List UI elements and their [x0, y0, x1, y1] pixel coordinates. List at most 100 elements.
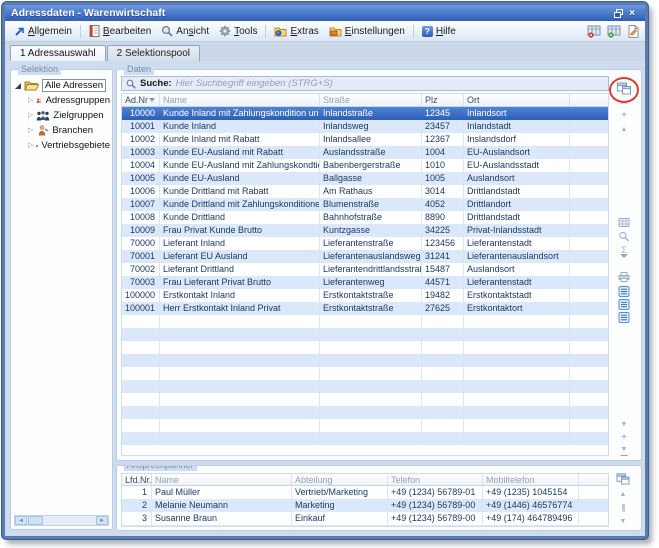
menu-ansicht[interactable]: Ansicht: [156, 23, 214, 39]
tab-adressauswahl[interactable]: 1 Adressauswahl: [10, 45, 106, 61]
column-header-lfdnr[interactable]: Lfd.Nr.: [122, 474, 152, 485]
cell: Herr Erstkontakt Inland Privat: [160, 302, 320, 315]
cell: Frau Lieferant Privat Brutto: [160, 276, 320, 289]
menu-tools[interactable]: Tools: [214, 23, 262, 39]
table-row-empty: [122, 406, 608, 419]
column-header-adnr[interactable]: Ad.Nr: [122, 94, 160, 106]
tree-collapsed-icon[interactable]: ▷: [28, 127, 33, 134]
cell: [570, 250, 608, 263]
cell: [570, 211, 608, 224]
restore-button[interactable]: [611, 7, 625, 19]
cell: [422, 419, 464, 432]
menu-separator: [80, 25, 81, 38]
search-tool-icon[interactable]: [619, 231, 630, 242]
search-box[interactable]: Suche: Hier Suchbegriff eingeben (STRG+S…: [121, 76, 609, 91]
table-row[interactable]: 1Paul MüllerVertrieb/Marketing+49 (1234)…: [122, 486, 608, 499]
tab-selektionspool[interactable]: 2 Selektionspool: [107, 45, 200, 61]
table-row[interactable]: 10008Kunde DrittlandBahnhofstraße8890Dri…: [122, 211, 608, 224]
scroll-grip-icon[interactable]: |||: [621, 503, 624, 513]
print-icon[interactable]: [618, 272, 630, 282]
scroll-down-icon[interactable]: ▼: [621, 420, 628, 430]
cell: 27625: [422, 302, 464, 315]
column-chooser-icon[interactable]: [616, 473, 630, 485]
table-row[interactable]: 70000Lieferant InlandLieferantenstraße12…: [122, 237, 608, 250]
horizontal-scrollbar[interactable]: ◄ ►: [14, 515, 109, 526]
close-button[interactable]: ×: [625, 7, 639, 19]
table-row[interactable]: 10004Kunde EU-Ausland mit Zahlungskondti…: [122, 159, 608, 172]
tree-collapsed-icon[interactable]: ▷: [28, 142, 33, 149]
table-row[interactable]: 70003Frau Lieferant Privat BruttoLiefera…: [122, 276, 608, 289]
tree-item-branchen[interactable]: ▷ Branchen: [15, 123, 110, 138]
tree-item-adressgruppen[interactable]: ▷ Adressgruppen: [15, 93, 110, 108]
scroll-down-icon[interactable]: ▼: [620, 517, 627, 527]
tree-item-zielgruppen[interactable]: ▷ Zielgruppen: [15, 108, 110, 123]
collapse-dash-icon[interactable]: —: [620, 99, 628, 109]
tree-collapsed-icon[interactable]: ▷: [28, 97, 33, 104]
table-row[interactable]: 10005Kunde EU-AuslandBallgasse1005Auslan…: [122, 172, 608, 185]
globe-icon: [36, 140, 38, 152]
table-row[interactable]: 100001Herr Erstkontakt Inland PrivatErst…: [122, 302, 608, 315]
filter-icon[interactable]: [620, 258, 628, 268]
append-row-icon[interactable]: +: [621, 433, 627, 443]
jump-to-end-icon[interactable]: ▼: [621, 445, 628, 457]
table-row[interactable]: 70001Lieferant EU AuslandLieferantenausl…: [122, 250, 608, 263]
column-header-strasse[interactable]: Straße: [320, 94, 422, 106]
cell: 10003: [122, 146, 160, 159]
add-row-icon[interactable]: +: [621, 111, 627, 121]
column-header-name[interactable]: Name: [160, 94, 320, 106]
table-row[interactable]: 10002Kunde Inland mit RabattInlandsallee…: [122, 133, 608, 146]
layout-list-icon[interactable]: [619, 286, 630, 297]
tree-root-alle-adressen[interactable]: Alle Adressen: [15, 78, 110, 93]
table-row[interactable]: 3Susanne BraunEinkauf+49 (1234) 56789-00…: [122, 512, 608, 525]
column-header-abteilung[interactable]: Abteilung: [292, 474, 388, 485]
scroll-up-icon[interactable]: ▲: [621, 125, 628, 135]
menu-extras[interactable]: Extras: [269, 24, 323, 39]
table-row[interactable]: 2Melanie NeumannMarketing+49 (1234) 5678…: [122, 499, 608, 512]
tree-collapsed-icon[interactable]: ▷: [28, 112, 33, 119]
table-row[interactable]: 100000Erstkontakt InlandErstkontaktstraß…: [122, 289, 608, 302]
export-table-red-button[interactable]: [587, 25, 602, 38]
cell: [570, 419, 608, 432]
table-row[interactable]: 10000Kunde Inland mit Zahlungskondition …: [122, 107, 608, 120]
cell: 19482: [422, 289, 464, 302]
scroll-left-button[interactable]: ◄: [15, 516, 27, 525]
menu-einstellungen[interactable]: Einstellungen: [324, 24, 410, 39]
grid-view-icon[interactable]: [619, 218, 630, 227]
cell: [464, 328, 570, 341]
cell: +49 (1234) 56789-01: [388, 486, 483, 499]
column-header-label: Ad.Nr: [125, 95, 148, 105]
tree-root-label[interactable]: Alle Adressen: [42, 79, 106, 92]
column-header-name[interactable]: Name: [152, 474, 292, 485]
menu-bearbeiten[interactable]: Bearbeiten: [84, 23, 156, 39]
cell: [160, 380, 320, 393]
notebook-icon: [89, 25, 100, 37]
column-header-mobiltelefon[interactable]: Mobiltelefon: [483, 474, 579, 485]
menu-allgemein[interactable]: Allgemein: [9, 24, 77, 39]
import-table-green-button[interactable]: [607, 25, 622, 38]
column-header-plz[interactable]: Plz: [422, 94, 464, 106]
table-row[interactable]: 10007Kunde Drittland mit Zahlungskonditi…: [122, 198, 608, 211]
menu-hilfe[interactable]: ? Hilfe: [417, 24, 461, 39]
new-document-button[interactable]: [627, 25, 639, 38]
column-header-ort[interactable]: Ort: [464, 94, 570, 106]
layout-list-icon[interactable]: [619, 299, 630, 310]
cell: [320, 367, 422, 380]
cell: [570, 367, 608, 380]
table-row[interactable]: 10003Kunde EU-Ausland mit RabattAuslands…: [122, 146, 608, 159]
column-chooser-icon[interactable]: [617, 82, 632, 95]
cell: 70002: [122, 263, 160, 276]
tree-item-vertriebsgebiete[interactable]: ▷ Vertriebsgebiete: [15, 138, 110, 153]
tree-expanded-icon[interactable]: [15, 83, 21, 89]
table-row[interactable]: 10009Frau Privat Kunde BruttoKuntzgasse3…: [122, 224, 608, 237]
cell: Lieferantenstadt: [464, 237, 570, 250]
cell: [579, 499, 608, 512]
scroll-thumb[interactable]: [28, 516, 43, 525]
scroll-right-button[interactable]: ►: [96, 516, 108, 525]
table-row[interactable]: 70002Lieferant DrittlandLieferantendritt…: [122, 263, 608, 276]
layout-list-icon[interactable]: [619, 312, 630, 323]
scroll-up-icon[interactable]: ▲: [620, 490, 627, 500]
table-red-icon: [587, 25, 602, 38]
table-row[interactable]: 10001Kunde InlandInlandsweg23457Inlandst…: [122, 120, 608, 133]
table-row[interactable]: 10006Kunde Drittland mit RabattAm Rathau…: [122, 185, 608, 198]
column-header-telefon[interactable]: Telefon: [388, 474, 483, 485]
